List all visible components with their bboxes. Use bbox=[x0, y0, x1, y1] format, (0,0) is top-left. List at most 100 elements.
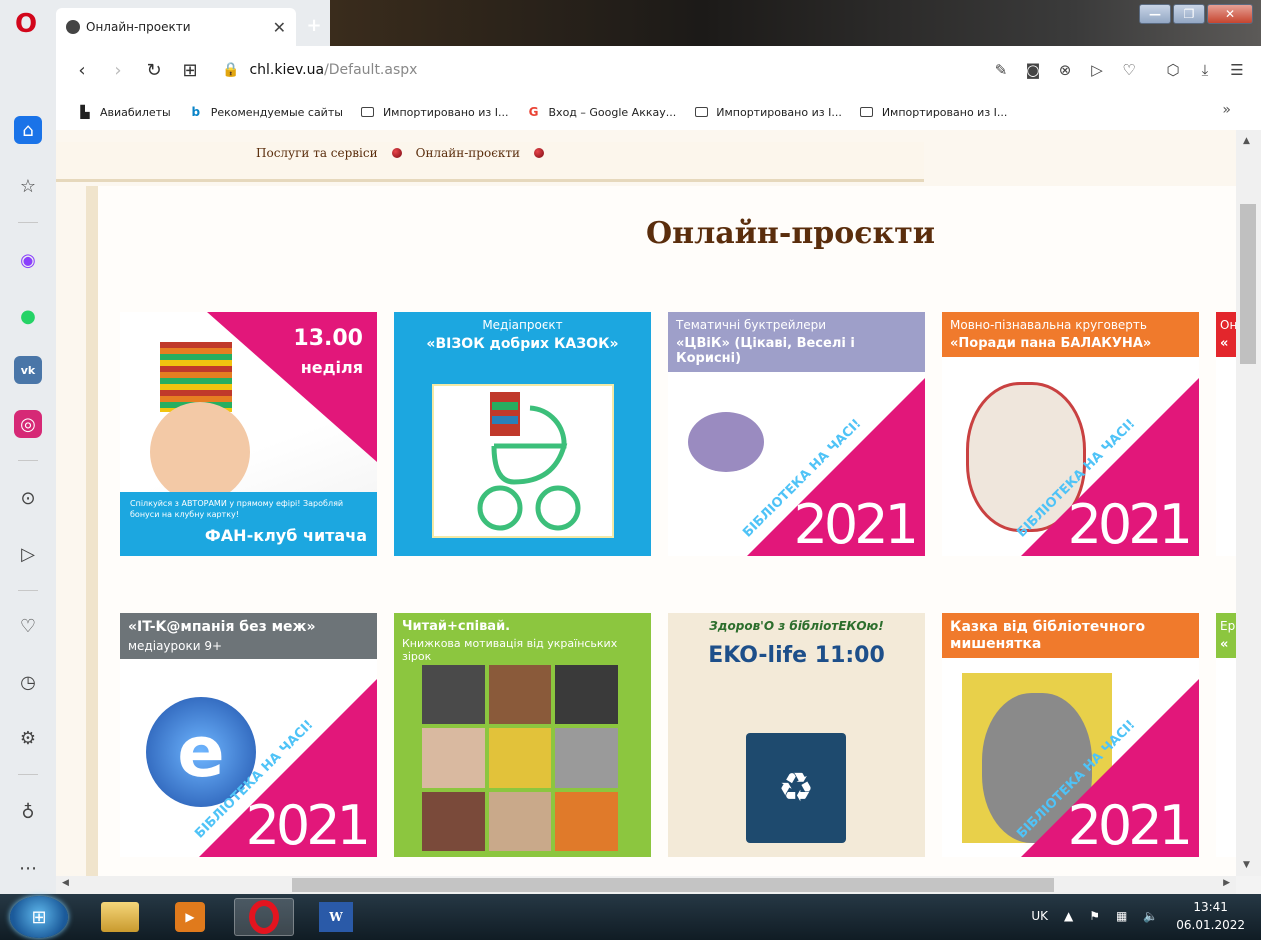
celebrity-photo-grid bbox=[422, 665, 618, 851]
bookmark-item[interactable]: ▙ Авиабилеты bbox=[78, 105, 171, 119]
new-tab-button[interactable]: + bbox=[304, 15, 324, 36]
card-subtitle: неділя bbox=[300, 358, 363, 377]
heart-icon[interactable]: ♡ bbox=[14, 612, 42, 640]
breadcrumb-separator-icon bbox=[534, 148, 545, 158]
globe-icon bbox=[66, 20, 80, 34]
media-player-icon[interactable]: ▶ bbox=[160, 898, 220, 936]
clock-date: 06.01.2022 bbox=[1176, 918, 1245, 932]
project-card-balakun[interactable]: Мовно-пізнавальна круговерть «Поради пан… bbox=[942, 312, 1199, 556]
card-header: Здоров'О з бібліотЕКОю! EKO-life 11:00 bbox=[668, 613, 925, 674]
cube-icon[interactable]: ⬡ bbox=[1159, 52, 1187, 88]
project-card-kazka-myshenyatka[interactable]: Казка від бібліотечного мишенятка БІБЛІО… bbox=[942, 613, 1199, 857]
badge-year: 2021 bbox=[245, 794, 371, 857]
taskbar: ⊞ ▶ W UK ▲ ⚑ ▦ 🔈 13:41 06.01.2022 bbox=[0, 894, 1261, 940]
address-bar: ‹ › ↻ ⊞ 🔒 chl.kiev.ua/Default.aspx ✎ ◙ ⊗… bbox=[56, 46, 1261, 94]
scroll-left-icon[interactable]: ◀ bbox=[62, 878, 69, 888]
bookmarks-more-button[interactable]: » bbox=[1222, 102, 1231, 118]
girl-image bbox=[150, 402, 250, 502]
language-indicator[interactable]: UK bbox=[1031, 909, 1048, 923]
volume-icon[interactable]: 🔈 bbox=[1143, 909, 1158, 923]
forward-icon[interactable]: › bbox=[100, 52, 136, 88]
bookmark-item[interactable]: G Вход – Google Аккау... bbox=[527, 105, 677, 119]
bookmark-label: Рекомендуемые сайты bbox=[210, 105, 343, 119]
opera-menu-icon[interactable]: O bbox=[8, 6, 44, 42]
explorer-icon[interactable] bbox=[90, 898, 150, 936]
start-button[interactable]: ⊞ bbox=[10, 896, 68, 938]
instagram-icon[interactable]: ◎ bbox=[14, 410, 42, 438]
whatsapp-icon[interactable]: ● bbox=[14, 302, 42, 330]
clock-time: 13:41 bbox=[1193, 900, 1228, 914]
adblock-icon[interactable]: ⊗ bbox=[1051, 52, 1079, 88]
heart-icon[interactable]: ♡ bbox=[1115, 52, 1143, 88]
tab-title: Онлайн-проекти bbox=[86, 20, 191, 34]
sidebar: ⌂ ☆ ◉ ● vk ◎ ⊙ ▷ ♡ ◷ ⚙ ♁ ⋯ bbox=[0, 46, 56, 894]
minimize-button[interactable]: — bbox=[1139, 4, 1171, 24]
tab-active[interactable]: Онлайн-проекти ✕ bbox=[56, 8, 296, 46]
project-card-vizok[interactable]: Медіапроєкт «ВІЗОК добрих КАЗОК» bbox=[394, 312, 651, 556]
card-subtitle: EKO-life 11:00 bbox=[708, 643, 885, 668]
document-icon: ▙ bbox=[80, 105, 90, 119]
project-card-tsvik[interactable]: Тематичні буктрейлери «ЦВіК» (Цікаві, Ве… bbox=[668, 312, 925, 556]
vertical-scroll-thumb[interactable] bbox=[1240, 204, 1256, 364]
breadcrumb-link[interactable]: Послуги та сервіси bbox=[256, 146, 378, 160]
bookmark-label: Авиабилеты bbox=[100, 105, 171, 119]
clock[interactable]: 13:41 06.01.2022 bbox=[1176, 898, 1245, 934]
card-footer: Спілкуйся з АВТОРАМИ у прямому ефірі! За… bbox=[120, 492, 377, 556]
vk-icon[interactable]: vk bbox=[14, 356, 42, 384]
project-card-partial[interactable]: Он « bbox=[1216, 312, 1236, 556]
player-icon[interactable]: ⊙ bbox=[14, 484, 42, 512]
maximize-button[interactable]: ❐ bbox=[1173, 4, 1205, 24]
bookmark-item[interactable]: Импортировано из I... bbox=[361, 105, 509, 119]
card-subtitle: «ВІЗОК добрих КАЗОК» bbox=[426, 336, 619, 352]
tray-expand-icon[interactable]: ▲ bbox=[1064, 909, 1073, 923]
star-icon[interactable]: ☆ bbox=[14, 172, 42, 200]
project-card-partial[interactable]: Ер « bbox=[1216, 613, 1236, 857]
send-icon[interactable]: ▷ bbox=[1083, 52, 1111, 88]
lock-icon[interactable]: 🔒 bbox=[222, 62, 239, 78]
scroll-up-icon[interactable]: ▲ bbox=[1243, 136, 1250, 146]
settings-icon[interactable]: ⚙ bbox=[14, 724, 42, 752]
tips-lightbulb-icon[interactable]: ♁ bbox=[14, 798, 42, 826]
bookmark-item[interactable]: Импортировано из I... bbox=[860, 105, 1007, 119]
card-title: 13.00 bbox=[293, 326, 363, 351]
close-window-button[interactable]: ✕ bbox=[1207, 4, 1253, 24]
scroll-down-icon[interactable]: ▼ bbox=[1243, 860, 1250, 870]
tabs-grid-icon[interactable]: ⊞ bbox=[172, 52, 208, 88]
reload-icon[interactable]: ↻ bbox=[136, 52, 172, 88]
photo-tile bbox=[555, 791, 618, 851]
settings-sliders-icon[interactable]: ☰ bbox=[1223, 52, 1251, 88]
card-title: Медіапроєкт bbox=[482, 318, 563, 332]
project-card-chytai-spivai[interactable]: Читай+співай. Книжкова мотивація від укр… bbox=[394, 613, 651, 857]
badge-year: 2021 bbox=[1067, 794, 1193, 857]
word-icon[interactable]: W bbox=[306, 898, 366, 936]
card-title: Тематичні буктрейлери bbox=[676, 318, 826, 332]
url-field[interactable]: chl.kiev.ua/Default.aspx bbox=[249, 62, 417, 78]
action-center-flag-icon[interactable]: ⚑ bbox=[1089, 909, 1100, 923]
bookmark-item[interactable]: b Рекомендуемые сайты bbox=[189, 105, 343, 119]
back-icon[interactable]: ‹ bbox=[64, 52, 100, 88]
download-icon[interactable]: ⤓ bbox=[1191, 52, 1219, 88]
horizontal-scroll-thumb[interactable] bbox=[292, 878, 1054, 892]
send-icon[interactable]: ▷ bbox=[14, 540, 42, 568]
camera-icon[interactable]: ◙ bbox=[1019, 52, 1047, 88]
history-icon[interactable]: ◷ bbox=[14, 668, 42, 696]
horizontal-scrollbar[interactable]: ◀ ▶ bbox=[56, 876, 1236, 894]
card-subtitle: мишенятка bbox=[950, 636, 1042, 652]
bookmark-item[interactable]: Импортировано из I... bbox=[694, 105, 842, 119]
scroll-right-icon[interactable]: ▶ bbox=[1223, 878, 1230, 888]
edit-icon[interactable]: ✎ bbox=[987, 52, 1015, 88]
opera-taskbar-icon[interactable] bbox=[234, 898, 294, 936]
badge-year: 2021 bbox=[793, 493, 919, 556]
more-icon[interactable]: ⋯ bbox=[14, 854, 42, 882]
network-icon[interactable]: ▦ bbox=[1116, 909, 1127, 923]
card-header: «IT-K@мпанія без меж» медіауроки 9+ bbox=[120, 613, 377, 659]
project-card-it-kompaniya[interactable]: «IT-K@мпанія без меж» медіауроки 9+ e БІ… bbox=[120, 613, 377, 857]
breadcrumb-link[interactable]: Онлайн-проєкти bbox=[416, 146, 520, 160]
project-card-eko-life[interactable]: Здоров'О з бібліотЕКОю! EKO-life 11:00 ♻ bbox=[668, 613, 925, 857]
photo-tile bbox=[555, 665, 618, 725]
tab-close-button[interactable]: ✕ bbox=[273, 18, 286, 37]
home-icon[interactable]: ⌂ bbox=[14, 116, 42, 144]
project-card-fan-club[interactable]: 13.00 неділя Спілкуйся з АВТОРАМИ у прям… bbox=[120, 312, 377, 556]
vertical-scrollbar[interactable]: ▲ ▼ bbox=[1236, 130, 1261, 876]
messenger-icon[interactable]: ◉ bbox=[14, 246, 42, 274]
